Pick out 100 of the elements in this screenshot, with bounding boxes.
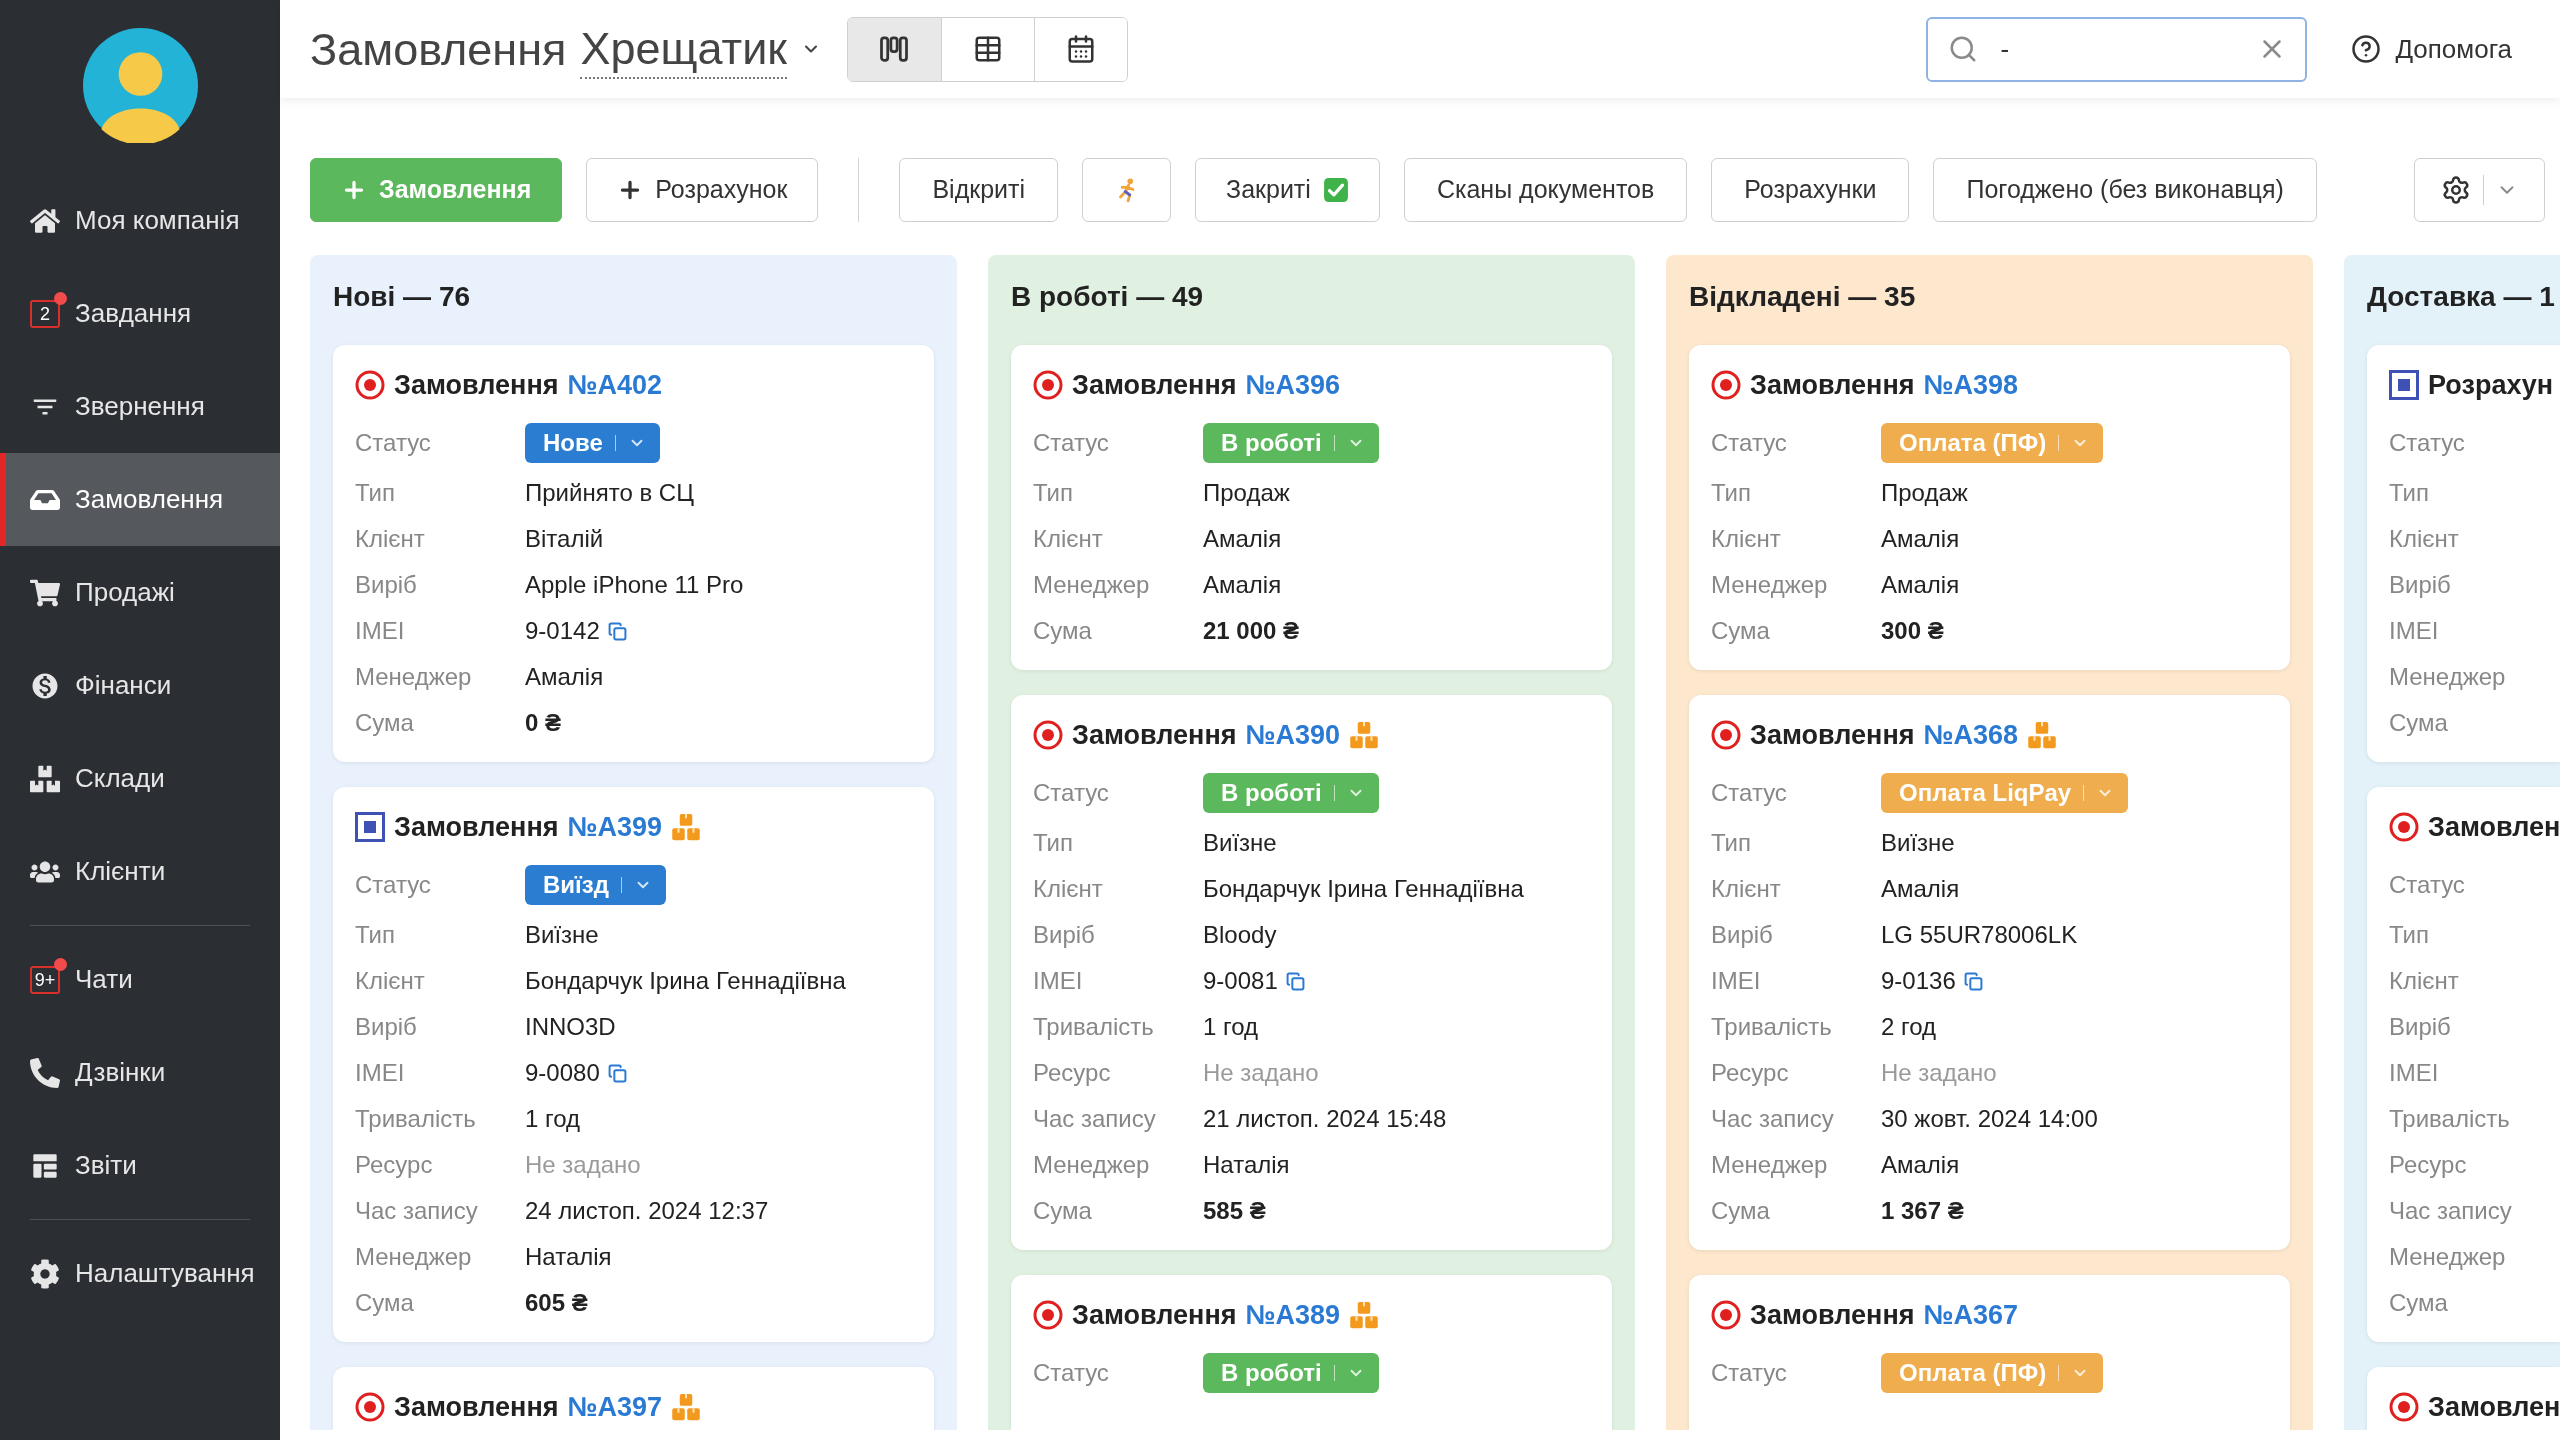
field-label: Тривалість	[2389, 1104, 2511, 1134]
kanban-card[interactable]: Замовлення №A402 Статус Нове Тип Прийнято в СЦ Клієнт Віталій Виріб Apple iPhone 11 Pro IMEI 9-0142 Менеджер Амалія Сума 0 ₴	[333, 345, 934, 762]
sidebar-item[interactable]: Налаштування	[0, 1227, 280, 1320]
sidebar-item[interactable]: Фінанси	[0, 639, 280, 732]
field-label: Тип	[1711, 478, 1752, 508]
order-number-link[interactable]: №A368	[1923, 714, 2019, 756]
status-dropdown[interactable]: Виїзд	[525, 864, 666, 905]
order-number-link[interactable]: №A402	[567, 364, 663, 406]
kanban-card[interactable]: Замовлення №A396 Статус В роботі Тип Продаж Клієнт Амалія Менеджер Амалія Сума 21 000 ₴	[1011, 345, 1612, 670]
settings-menu-button[interactable]	[2414, 158, 2545, 222]
card-title: Замовлення	[1750, 368, 1915, 402]
field-label: Клієнт	[1711, 874, 1782, 904]
target-icon	[1033, 720, 1063, 750]
sidebar-item[interactable]: 9+ Чати	[0, 933, 280, 1026]
field-label: Тип	[2389, 478, 2430, 508]
field-label: Виріб	[2389, 1012, 2452, 1042]
order-number-link[interactable]: №A396	[1245, 364, 1341, 406]
field-label: Тривалість	[1711, 1012, 1833, 1042]
kanban-card[interactable]: Замовлення №A389 Статус В роботі	[1011, 1275, 1612, 1430]
filter-button[interactable]: Погоджено (без виконавця)	[1933, 158, 2317, 222]
filter-button[interactable]: Сканы документов	[1403, 158, 1688, 222]
field-label: Виріб	[355, 1012, 418, 1042]
order-number-link[interactable]: №A389	[1245, 1294, 1341, 1336]
kanban-card[interactable]: Замовлення №A390 Статус В роботі Тип Виїзне Клієнт Бондарчук Ірина Геннадіївна Виріб Bloody IMEI 9-0081 Тривалість 1 год Ресурс Не задано Час запису 21 листоп. 2024 15:48 Менеджер Наталія Сума 585 ₴	[1011, 695, 1612, 1250]
kanban-card[interactable]: Замовлення №A399 Статус Виїзд Тип Виїзне Клієнт Бондарчук Ірина Геннадіївна Виріб INNO3D IMEI 9-0080 Тривалість 1 год Ресурс Не задано Час запису 24 листоп. 2024 12:37 Менеджер Наталія Сума 605 ₴	[333, 787, 934, 1342]
order-number-link[interactable]: №A367	[1923, 1294, 2019, 1336]
field-label: Клієнт	[1033, 874, 1104, 904]
field-label: Статус	[355, 869, 432, 900]
order-number-link[interactable]: №A398	[1923, 364, 2019, 406]
copy-icon[interactable]	[607, 1063, 627, 1083]
field-label: IMEI	[355, 616, 406, 646]
sidebar-item[interactable]: Продажі	[0, 546, 280, 639]
status-dropdown[interactable]: Нове	[525, 422, 660, 463]
filter-button[interactable]: Відкриті	[899, 158, 1059, 222]
field-value: Не задано	[1203, 1058, 1319, 1088]
sidebar-item[interactable]: Дзвінки	[0, 1026, 280, 1119]
kanban-card[interactable]: Замовлення №A398 Статус Оплата (ПФ) Тип Продаж Клієнт Амалія Менеджер Амалія Сума 300 ₴	[1689, 345, 2290, 670]
field-label: Час запису	[2389, 1196, 2513, 1226]
sidebar-item[interactable]: Клієнти	[0, 825, 280, 918]
filter-button[interactable]: Закриті	[1195, 158, 1380, 222]
help-link[interactable]: Допомога	[2351, 29, 2512, 69]
field-value: Виїзне	[525, 920, 599, 950]
sidebar-item[interactable]: Звіти	[0, 1119, 280, 1212]
copy-icon[interactable]	[1285, 971, 1305, 991]
kanban-card[interactable]: Замовлення №A367 Статус Оплата (ПФ)	[1689, 1275, 2290, 1430]
field-label: Виріб	[355, 570, 418, 600]
grid-layout-icon	[31, 1151, 59, 1180]
copy-icon[interactable]	[607, 621, 627, 641]
board-view-button[interactable]	[848, 17, 941, 81]
field-label: Статус	[1033, 1357, 1110, 1388]
field-label: Сума	[1711, 616, 1771, 646]
target-icon	[1033, 370, 1063, 400]
kanban-card[interactable]: Замовлення №A397	[333, 1367, 934, 1430]
field-label: Статус	[1711, 777, 1788, 808]
field-value: Амалія	[1881, 524, 1960, 554]
field-value: Виїзне	[1203, 828, 1277, 858]
settings-icon	[30, 1258, 60, 1289]
field-value: 24 листоп. 2024 12:37	[525, 1196, 769, 1226]
field-label: IMEI	[1711, 966, 1762, 996]
field-value: LG 55UR78006LK	[1881, 920, 2078, 950]
kanban-card[interactable]: Замовлення №A368 Статус Оплата LiqPay Тип Виїзне Клієнт Амалія Виріб LG 55UR78006LK IMEI 9-0136 Тривалість 2 год Ресурс Не задано Час запису 30 жовт. 2024 14:00 Менеджер Амалія Сума 1 367 ₴	[1689, 695, 2290, 1250]
card-title: Замовлення	[1072, 718, 1237, 752]
kanban-card[interactable]: Замовлен	[2367, 1367, 2560, 1430]
kanban-card[interactable]: Замовлен Статус Тип Клієнт Виріб IMEI Тривалість Ресурс Час запису Менеджер Сума	[2367, 787, 2560, 1342]
field-value: 1 367 ₴	[1881, 1196, 1964, 1226]
calendar-view-button[interactable]	[1034, 17, 1127, 81]
field-label: Статус	[1033, 777, 1110, 808]
field-label: Виріб	[1033, 920, 1096, 950]
card-title: Замовлен	[2428, 810, 2560, 844]
field-label: Виріб	[1711, 920, 1774, 950]
field-value: 1 год	[525, 1104, 581, 1134]
field-label: Статус	[1711, 1357, 1788, 1388]
order-number-link[interactable]: №A390	[1245, 714, 1341, 756]
field-value: Apple iPhone 11 Pro	[525, 570, 744, 600]
sidebar-item[interactable]: Склади	[0, 732, 280, 825]
sidebar-item[interactable]: Звернення	[0, 360, 280, 453]
field-label: Статус	[1711, 427, 1788, 458]
field-label: Клієнт	[2389, 966, 2460, 996]
location-dropdown[interactable]: Хрещатик	[580, 19, 821, 79]
order-number-link[interactable]: №A397	[567, 1386, 663, 1428]
kanban-card[interactable]: Розрахун Статус Тип Клієнт Виріб IMEI Менеджер Сума	[2367, 345, 2560, 762]
user-avatar-icon[interactable]	[82, 28, 198, 143]
copy-icon[interactable]	[1963, 971, 1983, 991]
field-label: Сума	[1711, 1196, 1771, 1226]
field-label: Менеджер	[1711, 570, 1829, 600]
field-label: Статус	[355, 427, 432, 458]
order-number-link[interactable]: №A399	[567, 806, 663, 848]
target-icon	[2389, 1392, 2419, 1422]
field-label: Час запису	[355, 1196, 479, 1226]
sidebar-item[interactable]: 2 Завдання	[0, 267, 280, 360]
field-value: Прийнято в СЦ	[525, 478, 694, 508]
filter-button[interactable]: Розрахунки	[1711, 158, 1910, 222]
target-icon	[355, 370, 385, 400]
new-estimate-button[interactable]: Розрахунок	[586, 158, 819, 222]
field-value: INNO3D	[525, 1012, 616, 1042]
field-value: 9-0142	[525, 616, 600, 646]
sidebar-item[interactable]: Моя компанія	[0, 174, 280, 267]
sidebar-item[interactable]: Замовлення	[0, 453, 280, 546]
field-label: Тип	[355, 920, 396, 950]
search-field[interactable]: -	[1926, 16, 2308, 82]
